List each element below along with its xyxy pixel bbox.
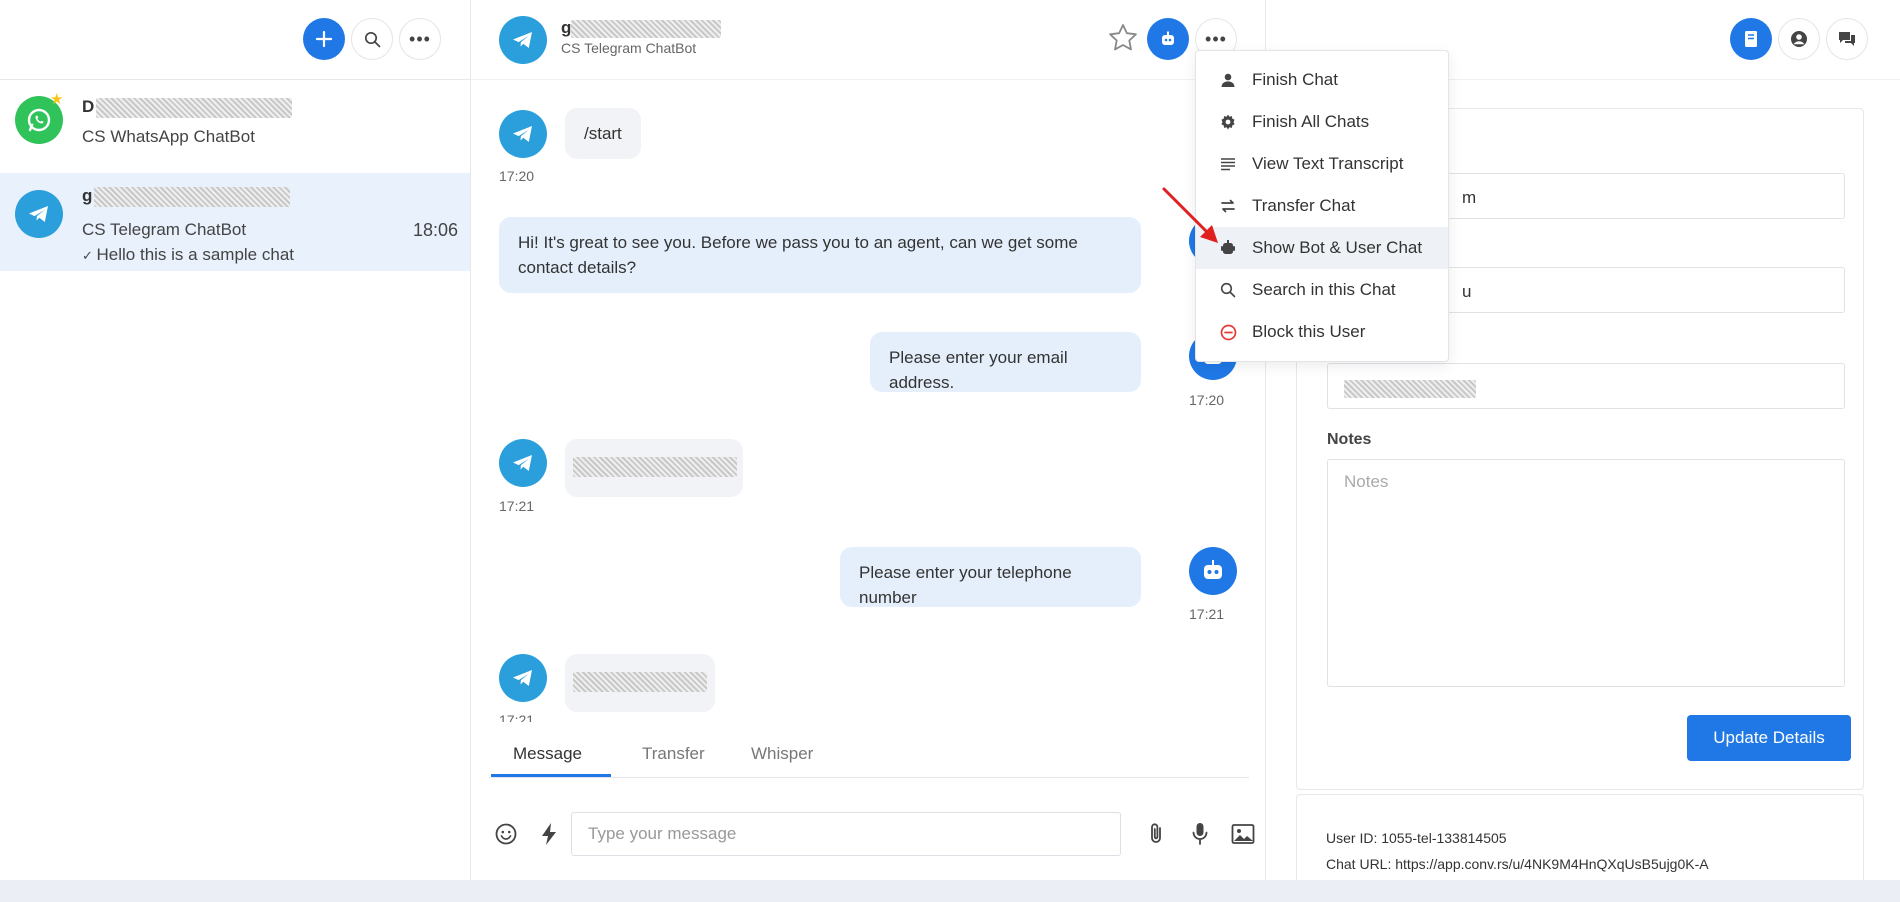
microphone-icon bbox=[1192, 823, 1208, 845]
chat-bot-name: CS Telegram ChatBot bbox=[82, 220, 247, 239]
plus-icon bbox=[315, 30, 333, 48]
chat-last-message: ✓ Hello this is a sample chat bbox=[82, 245, 294, 264]
lightning-icon bbox=[542, 823, 556, 845]
outgoing-message: Hi! It's great to see you. Before we pas… bbox=[499, 217, 1141, 293]
conversation-contact-name: g bbox=[561, 18, 722, 38]
chat-time: 18:06 bbox=[412, 220, 458, 240]
robot-icon bbox=[1162, 31, 1174, 45]
user-id-text: User ID: 1055-tel-133814505 bbox=[1326, 830, 1507, 846]
conversation-pane: g CS Telegram ChatBot ••• /start 17:20 H… bbox=[471, 0, 1266, 880]
menu-item-block-user[interactable]: Block this User bbox=[1196, 311, 1448, 353]
chat-list-item[interactable]: ★ D CS WhatsApp ChatBot bbox=[0, 82, 470, 172]
telegram-icon bbox=[15, 190, 63, 238]
document-icon bbox=[1745, 31, 1757, 47]
composer-tabs: Message Transfer Whisper bbox=[489, 728, 1249, 778]
tab-whisper[interactable]: Whisper bbox=[751, 744, 813, 764]
emoji-button[interactable] bbox=[492, 820, 520, 848]
details-tab-button[interactable] bbox=[1730, 18, 1772, 60]
notes-textarea[interactable] bbox=[1327, 459, 1845, 687]
outgoing-message: Please enter your telephone number bbox=[840, 547, 1141, 607]
bot-avatar bbox=[1189, 547, 1237, 595]
search-icon bbox=[1217, 282, 1239, 298]
menu-item-finish-all-chats[interactable]: Finish All Chats bbox=[1196, 101, 1448, 143]
chat-contact-name: g bbox=[82, 186, 291, 207]
favorite-star-icon: ★ bbox=[50, 91, 64, 108]
bot-mode-button[interactable] bbox=[1147, 18, 1189, 60]
conversation-bot-name: CS Telegram ChatBot bbox=[561, 40, 697, 56]
attach-button[interactable] bbox=[1142, 820, 1170, 848]
update-details-button[interactable]: Update Details bbox=[1687, 715, 1851, 761]
menu-item-show-bot-user-chat[interactable]: Show Bot & User Chat bbox=[1196, 227, 1448, 269]
message-time: 17:21 bbox=[499, 712, 535, 722]
chat-bot-name: CS WhatsApp ChatBot bbox=[82, 127, 255, 146]
menu-item-finish-chat[interactable]: Finish Chat bbox=[1196, 59, 1448, 101]
gear-icon bbox=[1217, 113, 1239, 131]
menu-item-search-in-chat[interactable]: Search in this Chat bbox=[1196, 269, 1448, 311]
message-input[interactable] bbox=[571, 812, 1121, 856]
incoming-message-redacted bbox=[565, 654, 715, 712]
active-tab-indicator bbox=[491, 774, 611, 777]
message-time: 17:20 bbox=[499, 168, 535, 184]
details-field-3[interactable] bbox=[1327, 363, 1845, 409]
favorite-star-button[interactable] bbox=[1107, 22, 1139, 59]
chat-list-item-active[interactable]: g CS Telegram ChatBot 18:06 ✓ Hello this… bbox=[0, 173, 470, 271]
chat-list-header: ••• bbox=[0, 0, 470, 80]
menu-item-transfer-chat[interactable]: Transfer Chat bbox=[1196, 185, 1448, 227]
quick-replies-button[interactable] bbox=[535, 820, 563, 848]
annotation-arrow-icon bbox=[1162, 187, 1218, 243]
user-circle-icon bbox=[1791, 31, 1807, 47]
message-time: 17:21 bbox=[499, 498, 535, 514]
notes-label: Notes bbox=[1327, 431, 1372, 448]
image-button[interactable] bbox=[1229, 820, 1257, 848]
incoming-message: /start bbox=[565, 108, 641, 159]
more-dots-icon: ••• bbox=[409, 29, 431, 49]
search-chats-button[interactable] bbox=[351, 18, 393, 60]
search-icon bbox=[364, 31, 380, 47]
message-time: 17:20 bbox=[1189, 392, 1225, 408]
emoji-icon bbox=[495, 823, 517, 845]
conversation-header: g CS Telegram ChatBot ••• bbox=[471, 0, 1265, 80]
chat-contact-name: D bbox=[82, 97, 293, 118]
chat-bubbles-icon bbox=[1839, 32, 1855, 46]
telegram-icon bbox=[499, 654, 547, 702]
outgoing-message: Please enter your email address. bbox=[870, 332, 1141, 392]
voice-button[interactable] bbox=[1186, 820, 1214, 848]
robot-icon bbox=[1204, 560, 1222, 579]
image-icon bbox=[1231, 824, 1255, 844]
conversation-actions-menu: Finish Chat Finish All Chats View Text T… bbox=[1195, 50, 1449, 362]
sent-check-icon: ✓ bbox=[82, 248, 97, 263]
profile-tab-button[interactable] bbox=[1778, 18, 1820, 60]
chat-list-more-button[interactable]: ••• bbox=[399, 18, 441, 60]
chat-url-link[interactable]: Chat URL: https://app.conv.rs/u/4NK9M4Hn… bbox=[1326, 856, 1709, 872]
block-icon bbox=[1217, 324, 1239, 341]
tab-transfer[interactable]: Transfer bbox=[642, 744, 705, 764]
conversations-tab-button[interactable] bbox=[1826, 18, 1868, 60]
user-icon bbox=[1217, 72, 1239, 88]
telegram-icon bbox=[499, 110, 547, 158]
bottom-bar bbox=[0, 880, 1900, 902]
more-dots-icon: ••• bbox=[1205, 29, 1227, 49]
paperclip-icon bbox=[1151, 823, 1161, 843]
telegram-icon bbox=[499, 16, 547, 64]
new-chat-button[interactable] bbox=[303, 18, 345, 60]
message-list: /start 17:20 Hi! It's great to see you. … bbox=[471, 82, 1265, 722]
menu-item-view-transcript[interactable]: View Text Transcript bbox=[1196, 143, 1448, 185]
chat-list-pane: ••• ★ D CS WhatsApp ChatBot g CS Telegra… bbox=[0, 0, 471, 880]
lines-icon bbox=[1217, 157, 1239, 171]
tab-message[interactable]: Message bbox=[513, 744, 582, 764]
message-time: 17:21 bbox=[1189, 606, 1225, 622]
incoming-message-redacted bbox=[565, 439, 743, 497]
star-outline-icon bbox=[1109, 24, 1137, 51]
telegram-icon bbox=[499, 439, 547, 487]
